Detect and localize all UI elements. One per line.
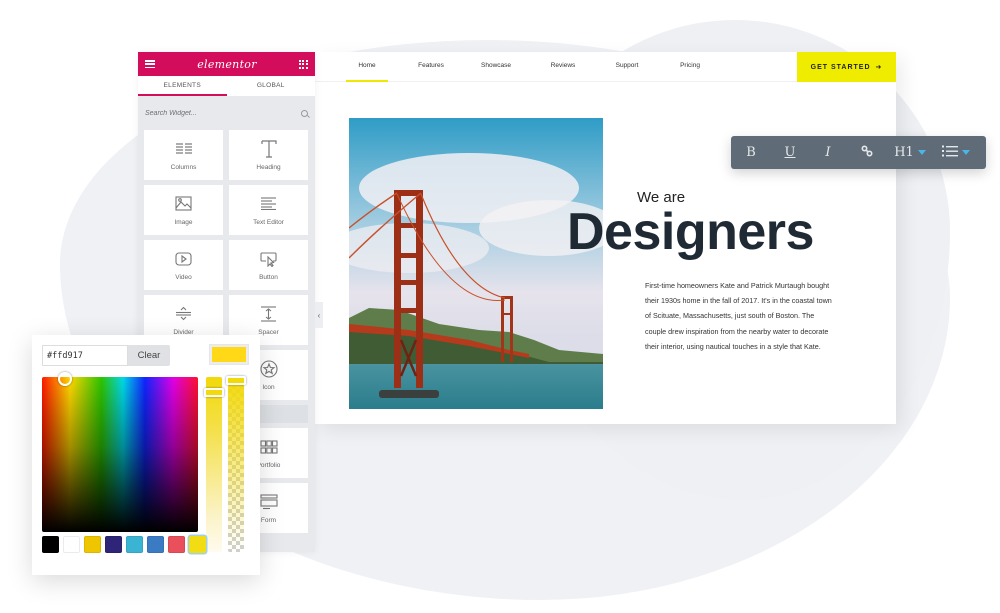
- opacity-slider-handle[interactable]: [226, 376, 246, 385]
- swatch-yellow[interactable]: [189, 536, 206, 553]
- lightness-slider[interactable]: [204, 377, 224, 552]
- widget-label: Heading: [256, 163, 281, 171]
- hero-body-text[interactable]: First-time homeowners Kate and Patrick M…: [645, 278, 835, 354]
- swatch-red[interactable]: [168, 536, 185, 553]
- caret-down-icon: [962, 150, 970, 155]
- bold-icon: B: [746, 145, 756, 160]
- text-format-toolbar: B U I H1: [731, 136, 986, 169]
- get-started-label: GET STARTED: [810, 63, 871, 71]
- widget-label: Form: [260, 516, 277, 524]
- image-icon: [175, 195, 193, 213]
- current-color-preview[interactable]: [210, 345, 248, 364]
- columns-icon: [175, 140, 193, 158]
- link-icon: [861, 144, 873, 161]
- widget-label: Portfolio: [256, 461, 281, 469]
- widget-label: Text Editor: [253, 218, 284, 226]
- divider-icon: [175, 305, 193, 323]
- widget-text-editor[interactable]: Text Editor: [229, 185, 308, 235]
- hex-color-input[interactable]: [42, 345, 128, 366]
- widget-button[interactable]: Button: [229, 240, 308, 290]
- heading-dropdown[interactable]: H1: [887, 136, 933, 169]
- swatch-gold[interactable]: [84, 536, 101, 553]
- nav-item-home[interactable]: Home: [346, 52, 388, 82]
- lightness-slider-handle[interactable]: [204, 388, 224, 397]
- tab-global[interactable]: GLOBAL: [227, 76, 316, 96]
- swatch-cyan[interactable]: [126, 536, 143, 553]
- italic-icon: I: [825, 145, 831, 160]
- hamburger-menu-icon[interactable]: [145, 60, 155, 68]
- portfolio-icon: [259, 438, 278, 456]
- widget-image[interactable]: Image: [144, 185, 223, 235]
- spectrum-handle[interactable]: [58, 372, 72, 386]
- swatch-indigo[interactable]: [105, 536, 122, 553]
- nav-item-pricing[interactable]: Pricing: [676, 52, 704, 82]
- underline-icon: U: [784, 145, 796, 160]
- search-icon[interactable]: [301, 109, 308, 117]
- color-picker: Clear: [32, 335, 260, 575]
- apps-grid-icon[interactable]: [298, 59, 308, 69]
- nav-items: Home Features Showcase Reviews Support P…: [314, 52, 704, 82]
- search-widget-input[interactable]: [145, 109, 275, 117]
- sidebar-header: elementor: [138, 52, 315, 76]
- widget-label: Image: [174, 218, 193, 226]
- widget-label: Video: [175, 273, 192, 281]
- widget-search: [138, 96, 315, 130]
- preset-swatches: [42, 536, 206, 553]
- nav-item-reviews[interactable]: Reviews: [548, 52, 578, 82]
- list-dropdown[interactable]: [933, 136, 979, 169]
- widget-label: Spacer: [258, 328, 279, 336]
- widget-label: Columns: [170, 163, 197, 171]
- bold-button[interactable]: B: [731, 136, 771, 169]
- nav-item-support[interactable]: Support: [612, 52, 642, 82]
- widget-label: Icon: [262, 383, 275, 391]
- page-canvas: Home Features Showcase Reviews Support P…: [314, 52, 896, 424]
- nav-item-features[interactable]: Features: [414, 52, 448, 82]
- swatch-blue[interactable]: [147, 536, 164, 553]
- swatch-white[interactable]: [63, 536, 80, 553]
- caret-down-icon: [917, 150, 926, 155]
- top-navigation: Home Features Showcase Reviews Support P…: [314, 52, 896, 82]
- text-editor-icon: [260, 195, 278, 213]
- button-icon: [259, 250, 278, 268]
- video-icon: [175, 250, 193, 268]
- widget-columns[interactable]: Columns: [144, 130, 223, 180]
- heading-icon: [260, 139, 278, 158]
- list-icon: [942, 145, 958, 161]
- hero-title[interactable]: Designers: [567, 202, 814, 262]
- spacer-icon: [260, 305, 278, 323]
- clear-color-button[interactable]: Clear: [128, 345, 170, 366]
- widget-heading[interactable]: Heading: [229, 130, 308, 180]
- widget-video[interactable]: Video: [144, 240, 223, 290]
- get-started-button[interactable]: GET STARTED ➜: [797, 52, 896, 82]
- star-icon: [259, 359, 278, 378]
- italic-button[interactable]: I: [809, 136, 847, 169]
- collapse-sidebar-button[interactable]: ‹: [315, 302, 323, 328]
- opacity-slider[interactable]: [226, 376, 246, 552]
- heading-icon: H1: [894, 145, 914, 160]
- golden-gate-bridge-photo: [349, 118, 603, 409]
- chevron-left-icon: ‹: [317, 310, 321, 320]
- elementor-logo: elementor: [197, 57, 257, 71]
- sidebar-tabs: ELEMENTS GLOBAL: [138, 76, 315, 96]
- color-spectrum[interactable]: [42, 377, 198, 532]
- swatch-black[interactable]: [42, 536, 59, 553]
- widget-label: Button: [259, 273, 278, 281]
- form-icon: [259, 493, 278, 511]
- nav-item-showcase[interactable]: Showcase: [478, 52, 514, 82]
- link-button[interactable]: [847, 136, 887, 169]
- arrow-right-icon: ➜: [875, 64, 883, 71]
- tab-elements[interactable]: ELEMENTS: [138, 76, 227, 96]
- underline-button[interactable]: U: [771, 136, 809, 169]
- hero-image[interactable]: [349, 118, 603, 409]
